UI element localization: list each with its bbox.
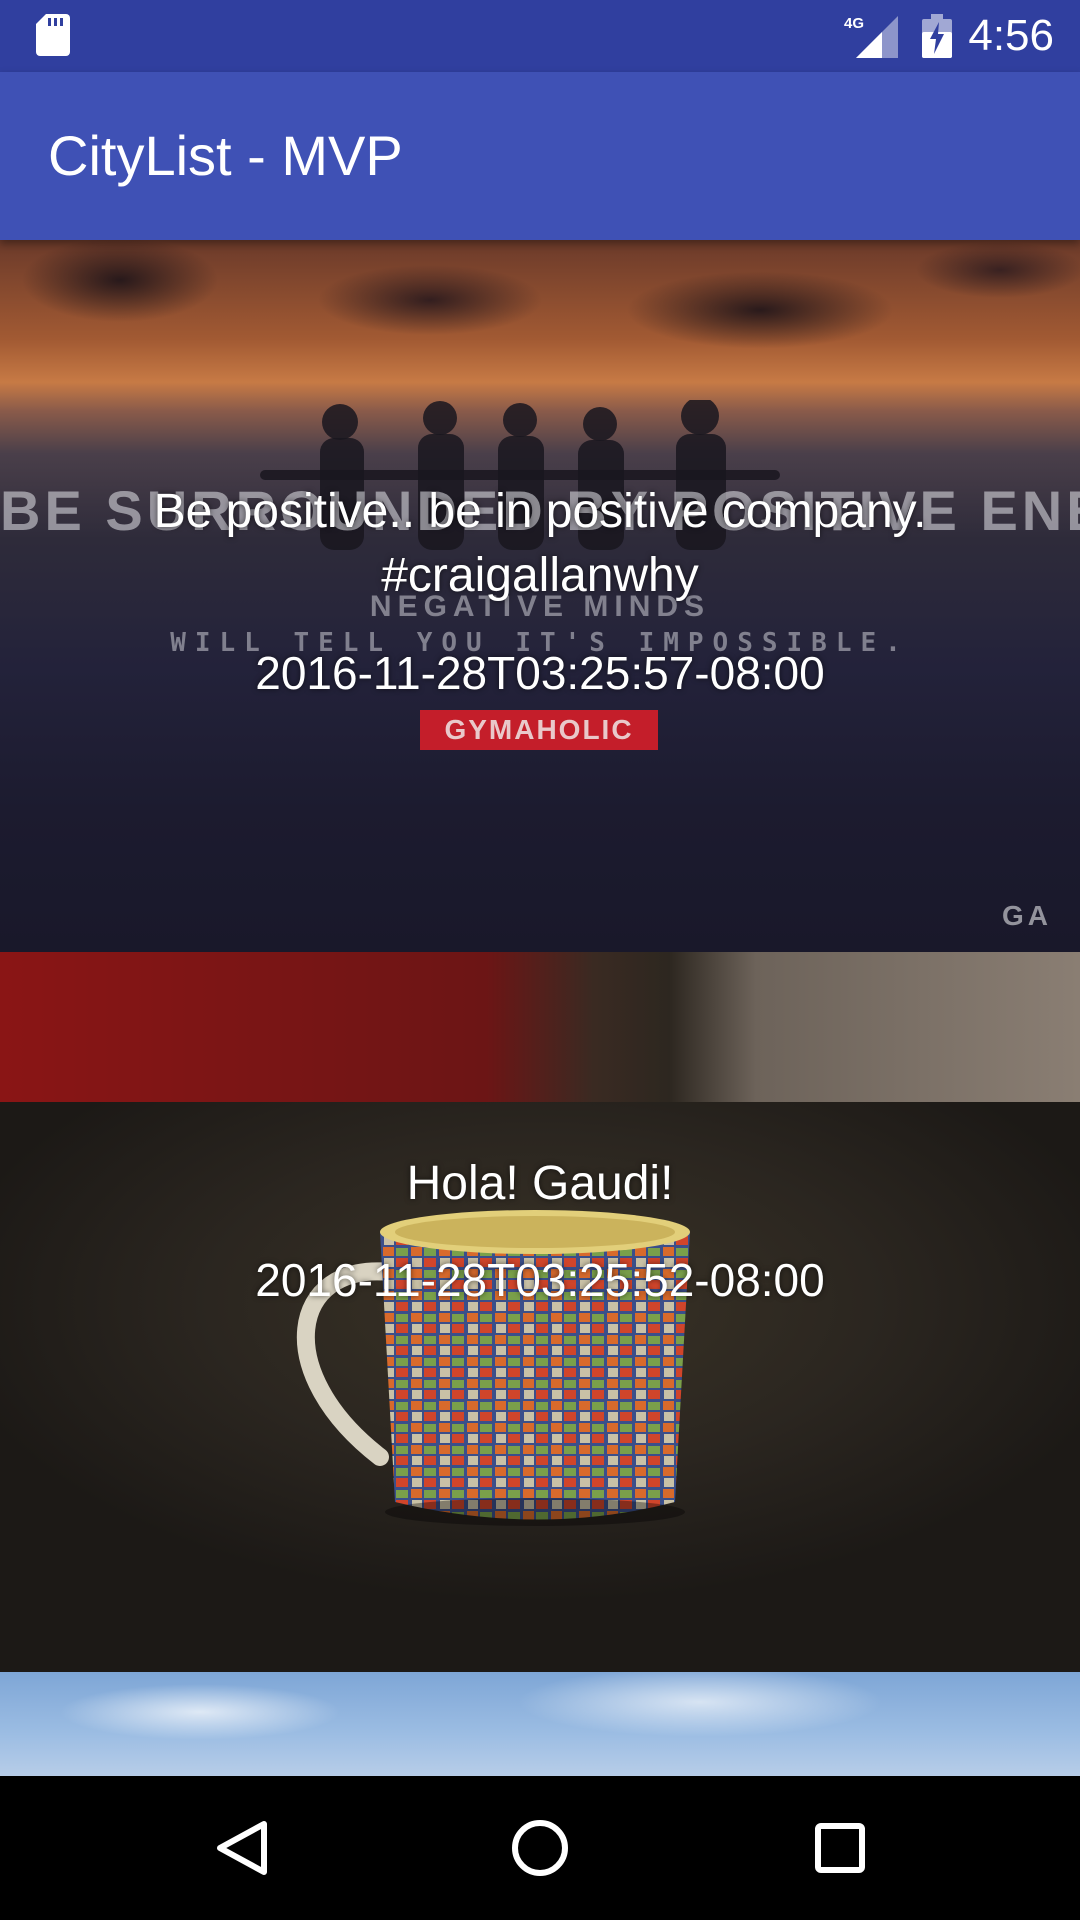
- navigation-bar: [0, 1776, 1080, 1920]
- feed-list[interactable]: BE SURROUNDED BY POSITIVE ENERGY NEGATIV…: [0, 240, 1080, 1776]
- feed-item-overlay: Hola! Gaudi! 2016-11-28T03:25:52-08:00: [0, 952, 1080, 1672]
- recents-icon[interactable]: [804, 1812, 876, 1884]
- battery-charging-icon: [922, 14, 952, 58]
- screen: 4G 4:56 CityList - MVP BE SURROUNDED BY …: [0, 0, 1080, 1920]
- feed-item-title: Hola! Gaudi!: [406, 1157, 674, 1210]
- home-icon[interactable]: [504, 1812, 576, 1884]
- feed-item[interactable]: BE SURROUNDED BY POSITIVE ENERGY NEGATIV…: [0, 240, 1080, 952]
- back-icon[interactable]: [206, 1812, 278, 1884]
- feed-item-date: 2016-11-28T03:25:52-08:00: [255, 1254, 825, 1306]
- feed-item-overlay: Be positive.. be in positive company. #c…: [0, 240, 1080, 952]
- app-bar: CityList - MVP: [0, 72, 1080, 240]
- feed-item-title: Be positive.. be in positive company. #c…: [153, 485, 927, 602]
- feed-item-date: 2016-11-28T03:25:57-08:00: [255, 647, 825, 699]
- app-title: CityList - MVP: [48, 124, 403, 187]
- sd-card-icon: [36, 14, 70, 56]
- feed-item[interactable]: [0, 1672, 1080, 1776]
- feed-item-image: [0, 1672, 1080, 1776]
- feed-item[interactable]: Hola! Gaudi! 2016-11-28T03:25:52-08:00: [0, 952, 1080, 1672]
- status-time: 4:56: [968, 11, 1054, 60]
- status-bar: 4G 4:56: [0, 0, 1080, 72]
- signal-icon: 4G: [844, 15, 898, 58]
- network-type-label: 4G: [844, 15, 864, 32]
